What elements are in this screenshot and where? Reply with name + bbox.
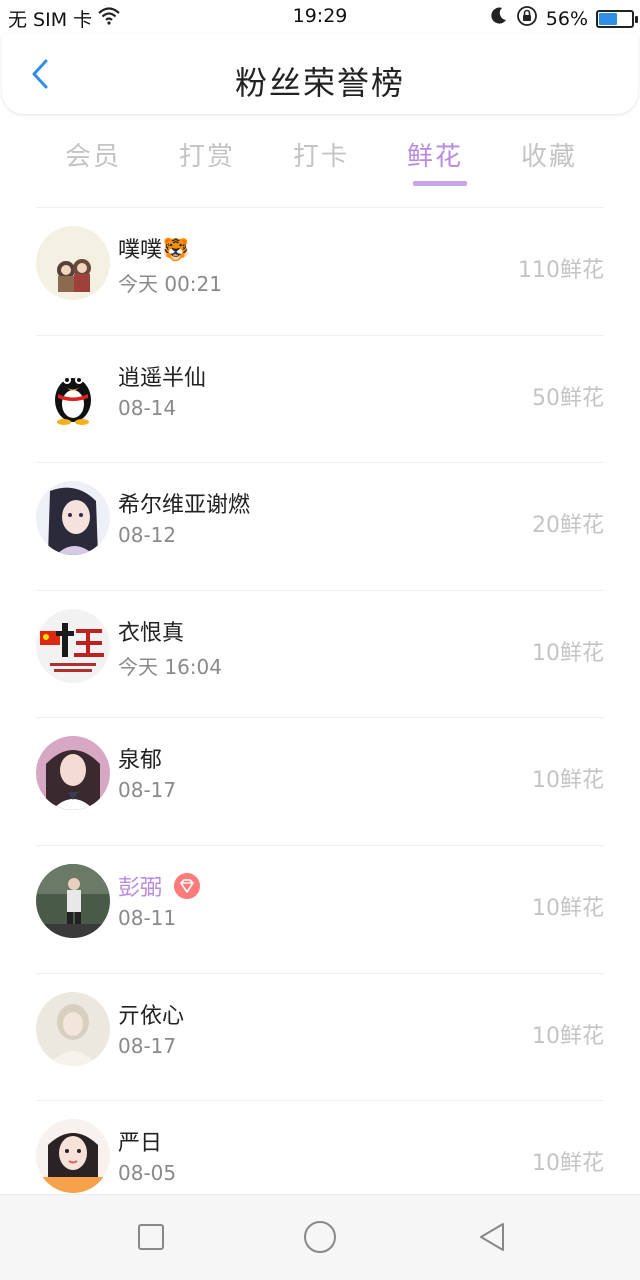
tab-flowers-label: 鲜花 — [406, 142, 463, 172]
fan-name: 亓依心 — [118, 1003, 185, 1029]
fan-name: 噗噗🐯 — [118, 238, 190, 263]
fan-row[interactable]: 亓依心 08-17 10鲜花 — [0, 974, 640, 1102]
header: 粉丝荣誉榜 — [2, 34, 638, 114]
fan-time: 08-12 — [118, 523, 177, 548]
avatar[interactable] — [36, 353, 110, 428]
avatar[interactable] — [36, 863, 110, 938]
fan-name: 严日 — [118, 1131, 163, 1157]
avatar[interactable] — [36, 991, 110, 1066]
page-title: 粉丝荣誉榜 — [234, 64, 405, 102]
moon-icon — [488, 6, 508, 31]
fan-time: 08-11 — [118, 905, 177, 930]
fan-time: 08-17 — [118, 778, 177, 803]
fan-time: 今天 16:04 — [118, 654, 222, 679]
diamond-icon — [174, 872, 201, 899]
home-icon — [303, 1220, 337, 1258]
flower-count: 10鲜花 — [532, 1023, 604, 1049]
fan-time: 08-05 — [118, 1161, 177, 1186]
home-button[interactable] — [300, 1219, 340, 1259]
fan-time: 今天 00:21 — [118, 272, 222, 296]
avatar[interactable] — [36, 226, 110, 300]
fan-name: 泉郁 — [118, 748, 163, 774]
avatar[interactable] — [36, 1119, 110, 1194]
fan-row[interactable]: 衣恨真 今天 16:04 10鲜花 — [0, 591, 640, 719]
flower-count: 20鲜花 — [532, 513, 604, 539]
flower-count: 10鲜花 — [532, 640, 604, 666]
tab-checkin[interactable]: 打卡 — [264, 132, 378, 192]
status-bar: 无 SIM 卡 19:29 56% — [0, 0, 640, 34]
flower-count: 10鲜花 — [532, 1151, 604, 1177]
fan-row[interactable]: 噗噗🐯 今天 00:21 110鲜花 — [0, 208, 640, 336]
fan-row[interactable]: 彭弼 08-11 10鲜花 — [0, 846, 640, 974]
avatar[interactable] — [36, 736, 110, 811]
flower-count: 10鲜花 — [532, 768, 604, 794]
tab-reward[interactable]: 打赏 — [150, 132, 264, 192]
back-icon — [477, 1221, 507, 1257]
tab-favorites[interactable]: 收藏 — [492, 132, 606, 192]
recent-apps-button[interactable] — [131, 1219, 171, 1259]
avatar[interactable] — [36, 608, 110, 683]
flower-count: 50鲜花 — [532, 385, 604, 411]
status-right: 56% — [488, 5, 638, 32]
tab-bar: 会员 打赏 打卡 鲜花 收藏 — [36, 132, 606, 192]
battery-level — [599, 12, 617, 25]
tab-member[interactable]: 会员 — [36, 132, 150, 192]
fan-time: 08-17 — [118, 1033, 177, 1058]
fan-list: 噗噗🐯 今天 00:21 110鲜花 逍遥半仙 08-14 50鲜花 希尔维亚谢… — [0, 208, 640, 1229]
rotation-lock-icon — [516, 5, 538, 32]
flower-count: 110鲜花 — [518, 258, 604, 283]
fan-time: 08-14 — [118, 395, 177, 420]
fan-name: 彭弼 — [118, 875, 163, 901]
system-nav-bar — [0, 1194, 640, 1280]
avatar[interactable] — [36, 481, 110, 556]
fan-name: 逍遥半仙 — [118, 365, 207, 391]
fan-row[interactable]: 泉郁 08-17 10鲜花 — [0, 718, 640, 846]
battery-icon — [596, 9, 638, 28]
fan-name: 希尔维亚谢燃 — [118, 493, 251, 519]
battery-percent: 56% — [545, 7, 588, 30]
fan-name: 衣恨真 — [118, 620, 185, 646]
flower-count: 10鲜花 — [532, 895, 604, 921]
fan-row[interactable]: 希尔维亚谢燃 08-12 20鲜花 — [0, 463, 640, 591]
tab-flowers[interactable]: 鲜花 — [378, 132, 492, 192]
recent-apps-icon — [137, 1223, 165, 1255]
fan-row[interactable]: 逍遥半仙 08-14 50鲜花 — [0, 336, 640, 464]
fan-name-vip: 彭弼 — [118, 870, 201, 902]
active-tab-indicator — [413, 181, 467, 186]
back-nav-button[interactable] — [472, 1219, 512, 1259]
